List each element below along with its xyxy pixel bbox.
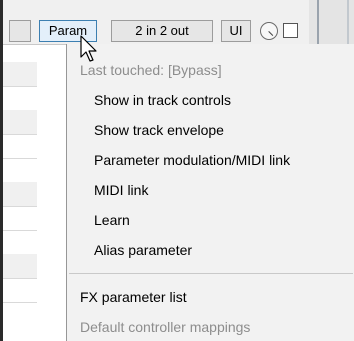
fx-list-row <box>3 254 37 278</box>
menu-separator <box>69 273 353 274</box>
toolbar-grip <box>309 0 354 44</box>
param-context-menu: Last touched: [Bypass] Show in track con… <box>66 44 354 341</box>
fx-list-row <box>3 110 37 134</box>
mouse-cursor-icon <box>80 35 97 62</box>
menu-item-last-touched: Last touched: [Bypass] <box>80 62 222 78</box>
grip-line <box>317 0 319 44</box>
fx-list-row <box>3 62 37 86</box>
menu-item-midi-link[interactable]: MIDI link <box>67 177 354 203</box>
fx-list-divider <box>3 206 37 207</box>
fx-list-divider <box>3 86 37 87</box>
bypass-checkbox[interactable] <box>283 23 298 38</box>
fx-list-panel <box>3 0 37 341</box>
menu-item-parameter-modulation[interactable]: Parameter modulation/MIDI link <box>67 147 354 173</box>
fx-toolbar: Param 2 in 2 out UI <box>3 0 354 45</box>
io-routing-button[interactable]: 2 in 2 out <box>111 20 213 42</box>
wet-knob[interactable] <box>260 22 278 40</box>
fx-list-row <box>3 182 37 206</box>
menu-item-fx-parameter-list[interactable]: FX parameter list <box>67 284 354 310</box>
menu-item-alias-parameter[interactable]: Alias parameter <box>67 237 354 263</box>
menu-item-learn[interactable]: Learn <box>67 207 354 233</box>
fx-window: Param 2 in 2 out UI Last touched: [Bypas… <box>0 0 354 341</box>
fx-list-divider <box>3 158 37 159</box>
fx-list-divider <box>3 302 37 303</box>
knob-indicator <box>268 31 274 36</box>
grip-line <box>347 0 349 44</box>
fx-list-divider <box>3 134 37 135</box>
fx-list-divider <box>3 230 37 231</box>
menu-item-show-track-envelope[interactable]: Show track envelope <box>67 117 354 143</box>
menu-item-default-controller-mappings: Default controller mappings <box>80 319 251 335</box>
fx-list-divider <box>3 278 37 279</box>
toolbar-button[interactable] <box>9 20 31 42</box>
ui-button[interactable]: UI <box>221 20 251 42</box>
menu-item-show-in-track-controls[interactable]: Show in track controls <box>67 87 354 113</box>
